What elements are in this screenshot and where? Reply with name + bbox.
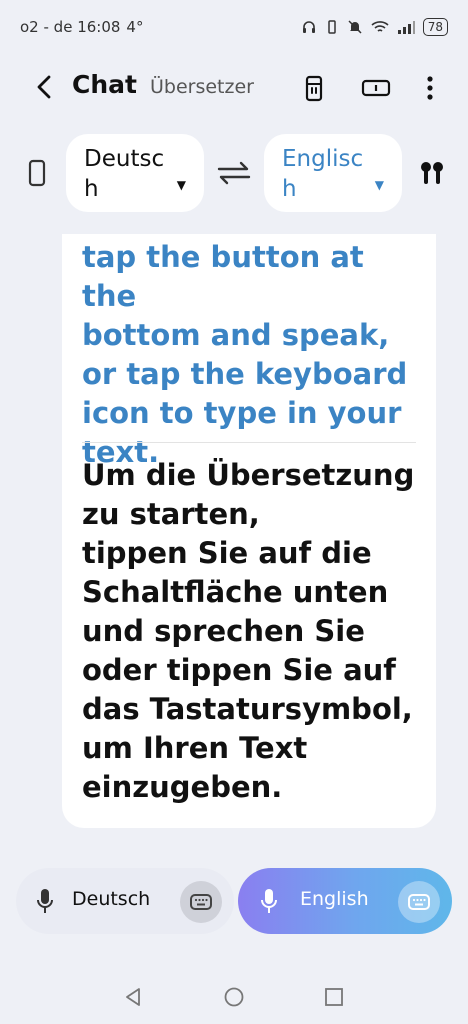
german-line: tippen Sie auf die (82, 536, 372, 570)
nav-recents-icon[interactable] (323, 986, 345, 1008)
speak-english-button[interactable]: English (238, 868, 452, 934)
swap-icon[interactable] (216, 158, 252, 188)
german-mic-label: Deutsch (72, 888, 151, 910)
german-line: um Ihren Text (82, 731, 308, 765)
status-bar: o2 - de 16:08 4° 78 (20, 18, 448, 44)
german-line: Schaltfläche unten (82, 575, 389, 609)
chevron-down-icon: ▼ (374, 178, 384, 192)
keyboard-icon (190, 894, 212, 910)
speak-german-button[interactable]: Deutsch (16, 868, 234, 934)
screen-icon[interactable] (360, 72, 392, 104)
keyboard-icon (408, 894, 430, 910)
source-language-select[interactable]: Deutsc h ▼ (66, 134, 204, 212)
more-vert-icon[interactable] (414, 72, 446, 104)
source-language-label-1: Deutsc (84, 146, 165, 172)
german-line: einzugeben. (82, 770, 283, 804)
german-line: zu starten, (82, 497, 260, 531)
earbuds-icon[interactable] (418, 158, 446, 188)
mic-icon (261, 889, 277, 913)
nav-home-icon[interactable] (223, 986, 245, 1008)
battery-indicator: 78 (422, 18, 448, 36)
english-line: icon to type in your (82, 396, 402, 430)
carrier-time: o2 - de 16:08 (20, 18, 121, 36)
english-mic-label: English (300, 888, 369, 910)
keyboard-button-german[interactable] (180, 881, 222, 923)
target-language-label-1: Englisc (282, 146, 364, 172)
german-line: Um die Übersetzung (82, 458, 415, 492)
language-selector-row: Deutsc h ▼ Englisc h ▼ (0, 134, 468, 212)
vibrate-icon (327, 20, 336, 34)
wifi-icon (371, 21, 389, 32)
mic-icon (37, 889, 53, 913)
english-line: tap the button at the (82, 240, 364, 313)
nav-back-icon[interactable] (122, 986, 144, 1008)
signal-icon (397, 21, 415, 34)
page-subtitle[interactable]: Übersetzer (150, 76, 254, 98)
target-language-label-2: h (282, 176, 297, 202)
german-line: und sprechen Sie (82, 614, 365, 648)
chevron-down-icon: ▼ (176, 178, 186, 192)
back-arrow-icon[interactable] (30, 72, 60, 102)
divider (82, 442, 416, 443)
temperature: 4° (126, 18, 144, 36)
german-line: oder tippen Sie auf (82, 653, 396, 687)
phone-icon[interactable] (26, 158, 48, 188)
german-line: das Tastatursymbol, (82, 692, 413, 726)
header: Chat Übersetzer (0, 66, 468, 110)
earbuds-case-icon[interactable] (298, 72, 330, 104)
keyboard-button-english[interactable] (398, 881, 440, 923)
headset-icon (302, 21, 315, 33)
page-title: Chat (72, 70, 137, 99)
target-language-select[interactable]: Englisc h ▼ (264, 134, 402, 212)
translation-card: tap the button at the bottom and speak, … (62, 234, 436, 828)
english-line: bottom and speak, (82, 318, 390, 352)
mute-icon (348, 20, 362, 34)
german-instructions: Um die Übersetzung zu starten, tippen Si… (82, 456, 427, 807)
english-instructions: tap the button at the bottom and speak, … (82, 238, 422, 472)
source-language-label-2: h (84, 176, 99, 202)
english-line: or tap the keyboard (82, 357, 408, 391)
